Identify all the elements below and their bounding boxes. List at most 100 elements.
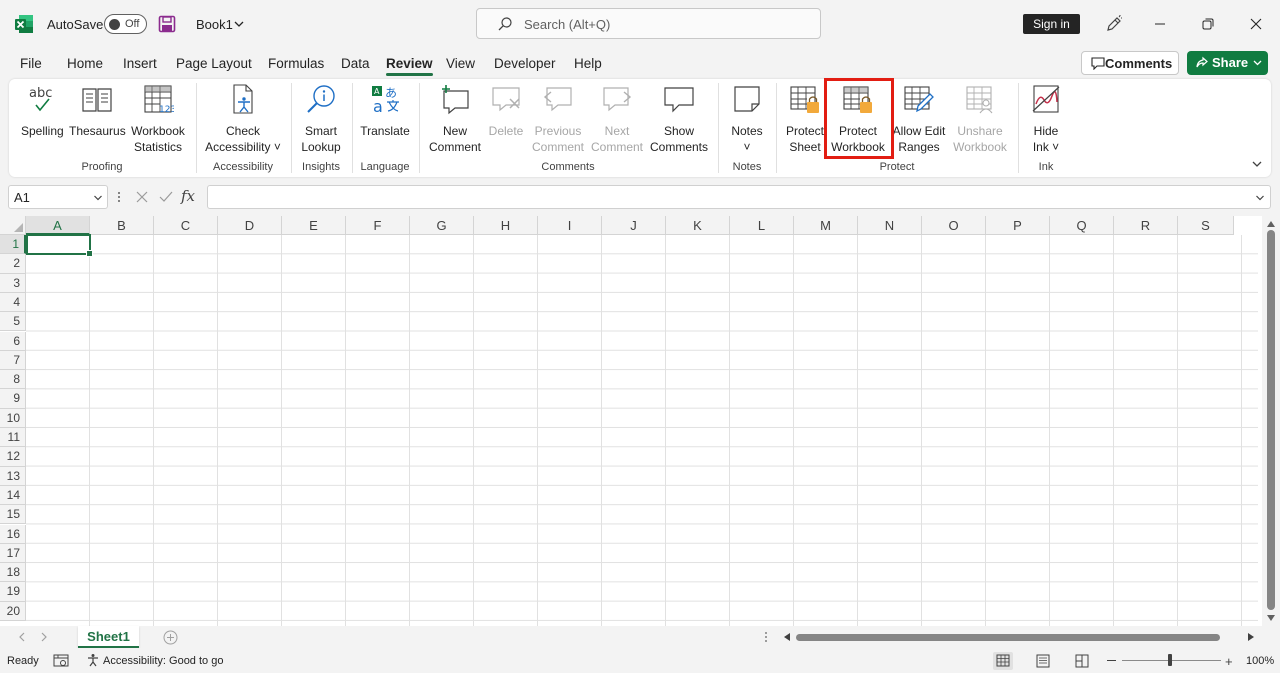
- workbook-title[interactable]: Book1: [196, 17, 233, 32]
- more-vertical-icon[interactable]: [116, 190, 122, 204]
- share-button[interactable]: Share: [1187, 51, 1268, 75]
- accessibility-status[interactable]: Accessibility: Good to go: [103, 655, 223, 667]
- column-header-r[interactable]: R: [1114, 216, 1178, 235]
- zoom-slider-thumb[interactable]: [1168, 654, 1172, 666]
- column-header-q[interactable]: Q: [1050, 216, 1114, 235]
- column-header-f[interactable]: F: [346, 216, 410, 235]
- smart-lookup-button[interactable]: Smart Lookup: [299, 83, 343, 155]
- row-header-13[interactable]: 13: [0, 466, 26, 486]
- zoom-in-button[interactable]: +: [1225, 654, 1233, 669]
- column-header-j[interactable]: J: [602, 216, 666, 235]
- row-header-7[interactable]: 7: [0, 350, 26, 371]
- vertical-scrollbar[interactable]: [1262, 216, 1280, 626]
- column-header-s[interactable]: S: [1178, 216, 1234, 235]
- horizontal-scroll-thumb[interactable]: [796, 634, 1220, 641]
- zoom-out-button[interactable]: [1107, 660, 1116, 661]
- minimize-icon[interactable]: [1150, 14, 1170, 34]
- scroll-right-icon[interactable]: [1247, 632, 1255, 642]
- scroll-down-icon[interactable]: [1266, 614, 1276, 622]
- row-header-16[interactable]: 16: [0, 524, 26, 544]
- row-header-10[interactable]: 10: [0, 408, 26, 428]
- name-box[interactable]: A1: [8, 185, 108, 209]
- spelling-button[interactable]: abc Spelling: [21, 83, 64, 139]
- sheet-tab-sheet1[interactable]: Sheet1: [78, 626, 139, 648]
- comments-button[interactable]: Comments: [1081, 51, 1179, 75]
- thesaurus-button[interactable]: Thesaurus: [69, 83, 126, 139]
- new-comment-button[interactable]: New Comment: [427, 83, 483, 155]
- scroll-left-icon[interactable]: [783, 632, 791, 642]
- normal-view-button[interactable]: [993, 652, 1013, 670]
- column-header-b[interactable]: B: [90, 216, 154, 235]
- row-header-15[interactable]: 15: [0, 505, 26, 525]
- tab-home[interactable]: Home: [67, 56, 103, 71]
- chevron-down-icon[interactable]: [1251, 158, 1263, 170]
- row-header-18[interactable]: 18: [0, 563, 26, 583]
- delete-comment-button[interactable]: Delete: [487, 83, 525, 139]
- row-header-5[interactable]: 5: [0, 312, 26, 332]
- tab-insert[interactable]: Insert: [123, 56, 157, 71]
- previous-comment-button[interactable]: Previous Comment: [531, 83, 585, 155]
- tab-review[interactable]: Review: [386, 56, 433, 76]
- column-header-m[interactable]: M: [794, 216, 858, 235]
- row-header-1[interactable]: 1: [0, 235, 26, 255]
- tab-page-layout[interactable]: Page Layout: [176, 56, 252, 71]
- column-header-h[interactable]: H: [474, 216, 538, 235]
- row-header-6[interactable]: 6: [0, 331, 26, 351]
- protect-sheet-button[interactable]: Protect Sheet: [783, 83, 827, 155]
- more-vertical-icon[interactable]: [764, 631, 768, 643]
- row-header-19[interactable]: 19: [0, 582, 26, 602]
- scroll-up-icon[interactable]: [1266, 220, 1276, 228]
- cell-area[interactable]: [26, 235, 1258, 626]
- row-header-4[interactable]: 4: [0, 292, 26, 313]
- restore-icon[interactable]: [1198, 14, 1218, 34]
- accessibility-checker-icon[interactable]: [86, 653, 100, 667]
- column-header-p[interactable]: P: [986, 216, 1050, 235]
- save-icon[interactable]: [158, 15, 176, 33]
- next-comment-button[interactable]: Next Comment: [589, 83, 645, 155]
- column-header-e[interactable]: E: [282, 216, 346, 235]
- next-sheet-icon[interactable]: [40, 632, 48, 642]
- show-comments-button[interactable]: Show Comments: [649, 83, 709, 155]
- column-header-l[interactable]: L: [730, 216, 794, 235]
- column-header-i[interactable]: I: [538, 216, 602, 235]
- row-header-12[interactable]: 12: [0, 447, 26, 467]
- row-header-14[interactable]: 14: [0, 485, 26, 506]
- chevron-down-icon[interactable]: [1255, 193, 1265, 203]
- sign-in-button[interactable]: Sign in: [1023, 14, 1080, 34]
- allow-edit-ranges-button[interactable]: Allow Edit Ranges: [891, 83, 947, 155]
- tab-help[interactable]: Help: [574, 56, 602, 71]
- autosave-toggle[interactable]: Off: [104, 14, 147, 34]
- vertical-scroll-thumb[interactable]: [1267, 230, 1275, 610]
- tab-developer[interactable]: Developer: [494, 56, 556, 71]
- active-cell[interactable]: [26, 234, 93, 257]
- row-header-8[interactable]: 8: [0, 370, 26, 390]
- row-header-17[interactable]: 17: [0, 543, 26, 564]
- chevron-down-icon[interactable]: [1253, 58, 1262, 67]
- pen-icon[interactable]: [1104, 14, 1124, 34]
- chevron-down-icon[interactable]: [233, 18, 245, 30]
- tab-data[interactable]: Data: [341, 56, 370, 71]
- column-header-c[interactable]: C: [154, 216, 218, 235]
- column-header-d[interactable]: D: [218, 216, 282, 235]
- zoom-level[interactable]: 100%: [1246, 655, 1274, 667]
- chevron-down-icon[interactable]: [93, 193, 103, 203]
- macro-recording-icon[interactable]: [53, 654, 69, 668]
- select-all-corner[interactable]: [0, 216, 26, 235]
- row-header-2[interactable]: 2: [0, 254, 26, 274]
- workbook-statistics-button[interactable]: 123 Workbook Statistics: [129, 83, 187, 155]
- column-header-n[interactable]: N: [858, 216, 922, 235]
- add-sheet-icon[interactable]: [163, 630, 178, 645]
- row-header-3[interactable]: 3: [0, 273, 26, 293]
- hide-ink-button[interactable]: Hide Ink ˅: [1027, 83, 1065, 155]
- row-header-20[interactable]: 20: [0, 601, 26, 621]
- search-box[interactable]: Search (Alt+Q): [476, 8, 821, 39]
- row-header-11[interactable]: 11: [0, 428, 26, 448]
- close-icon[interactable]: [1246, 14, 1266, 34]
- column-header-g[interactable]: G: [410, 216, 474, 235]
- row-header-9[interactable]: 9: [0, 389, 26, 409]
- insert-function-icon[interactable]: fx: [181, 187, 195, 205]
- translate-button[interactable]: A あ a Translate: [359, 83, 411, 139]
- tab-view[interactable]: View: [446, 56, 475, 71]
- formula-input[interactable]: [207, 185, 1271, 209]
- prev-sheet-icon[interactable]: [18, 632, 26, 642]
